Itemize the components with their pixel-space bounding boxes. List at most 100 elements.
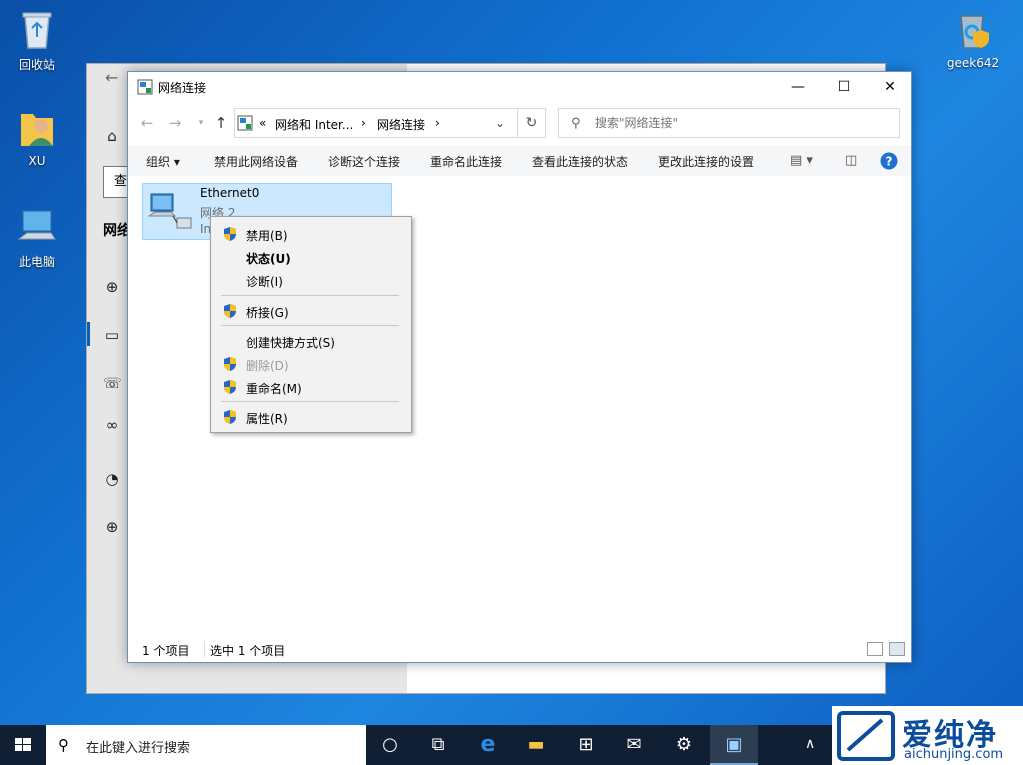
file-explorer-icon[interactable]: ▬ [512, 725, 560, 765]
svg-text:?: ? [886, 155, 893, 169]
uac-shield-icon [224, 380, 236, 394]
computer-icon [17, 210, 56, 240]
status-bar: 1 个项目 选中 1 个项目 [128, 636, 911, 662]
breadcrumb-network-connections[interactable]: 网络连接 [377, 116, 425, 133]
preview-pane-icon[interactable]: ◫ [845, 153, 857, 168]
rename-button[interactable]: 重命名此连接 [430, 153, 502, 170]
details-view-icon[interactable] [867, 642, 883, 656]
selected-indicator [87, 322, 90, 346]
data-usage-icon[interactable]: ◔ [103, 470, 121, 488]
menu-item-diagnose[interactable]: 诊断(I) [212, 268, 410, 290]
home-icon[interactable]: ⌂ [103, 127, 121, 145]
edge-browser-icon[interactable]: e [464, 725, 512, 765]
desktop-icon-user-folder[interactable]: XU [1, 106, 73, 168]
user-folder-icon [21, 114, 53, 146]
close-button[interactable]: ✕ [867, 72, 913, 102]
title-bar[interactable]: 网络连接 — ☐ ✕ [128, 72, 911, 102]
diagnose-button[interactable]: 诊断这个连接 [328, 153, 400, 170]
change-settings-button[interactable]: 更改此连接的设置 [658, 153, 754, 170]
back-arrow-icon[interactable]: ← [105, 68, 118, 87]
recent-locations-icon[interactable]: ▾ [192, 114, 210, 132]
address-bar[interactable]: « 网络和 Inter... › 网络连接 › ⌄ [234, 108, 518, 138]
chevron-up-icon[interactable]: ∧ [805, 736, 815, 752]
globe-network-icon[interactable]: ⊕ [103, 278, 121, 296]
command-bar: 组织 ▾ 禁用此网络设备 诊断这个连接 重命名此连接 查看此连接的状态 更改此连… [128, 146, 911, 176]
desktop-icon-label: 此电脑 [18, 255, 55, 269]
address-dropdown-icon[interactable]: ⌄ [495, 116, 505, 130]
item-count: 1 个项目 [142, 644, 190, 658]
help-icon[interactable]: ? [880, 152, 898, 170]
minimize-button[interactable]: — [775, 72, 821, 102]
dialup-icon[interactable]: ☏ [103, 374, 122, 392]
breadcrumb-separator[interactable]: › [361, 116, 366, 130]
desktop-icon-this-pc[interactable]: 此电脑 [1, 205, 73, 270]
network-connections-icon [137, 79, 153, 95]
search-box[interactable]: ⚲ [558, 108, 900, 138]
address-row: ← → ▾ ↑ « 网络和 Inter... › 网络连接 › ⌄ ↻ ⚲ [128, 106, 911, 140]
menu-item-label: 删除(D) [246, 359, 289, 373]
brand-watermark: 爱纯净 aichunjing.com [832, 706, 1023, 765]
proxy-globe-icon[interactable]: ⊕ [103, 518, 121, 536]
recycle-bin-icon [22, 12, 52, 49]
back-icon[interactable]: ← [138, 114, 156, 132]
menu-separator [221, 325, 399, 326]
taskbar-search-box[interactable]: ⚲ 在此键入进行搜索 [46, 725, 366, 765]
uac-shield-icon [224, 227, 236, 241]
menu-item-label: 重命名(M) [246, 382, 302, 396]
menu-separator [221, 401, 399, 402]
menu-item-label: 属性(R) [246, 412, 288, 426]
menu-item-status[interactable]: 状态(U) [212, 245, 410, 267]
ethernet-icon[interactable]: ▭ [103, 326, 121, 344]
desktop-icon-geek[interactable]: geek642 [937, 8, 1009, 70]
up-icon[interactable]: ↑ [212, 114, 230, 132]
menu-item-disable[interactable]: 禁用(B) [212, 222, 410, 244]
refresh-button[interactable]: ↻ [518, 108, 546, 138]
desktop-icon-label: XU [28, 154, 46, 168]
brand-logo [837, 711, 895, 761]
organize-menu[interactable]: 组织 ▾ [146, 153, 180, 170]
windows-start-icon[interactable] [0, 725, 46, 765]
view-options-icon[interactable]: ▤ ▾ [790, 153, 813, 168]
disable-device-button[interactable]: 禁用此网络设备 [214, 153, 298, 170]
menu-item-bridge[interactable]: 桥接(G) [212, 299, 410, 321]
uac-shield-icon [224, 304, 236, 318]
selected-count: 选中 1 个项目 [210, 644, 286, 658]
menu-item-delete: 删除(D) [212, 352, 410, 374]
adapter-name: Ethernet0 [200, 186, 260, 200]
network-connections-taskbar-icon[interactable]: ▣ [710, 725, 758, 765]
desktop-icon-label: geek642 [946, 56, 1000, 70]
store-icon[interactable]: ⊞ [562, 725, 610, 765]
menu-separator [221, 295, 399, 296]
large-icons-view-icon[interactable] [889, 642, 905, 656]
view-status-button[interactable]: 查看此连接的状态 [532, 153, 628, 170]
forward-icon[interactable]: → [166, 114, 184, 132]
maximize-button[interactable]: ☐ [821, 72, 867, 102]
mail-icon[interactable]: ✉ [610, 725, 658, 765]
vpn-icon[interactable]: ∞ [103, 416, 121, 434]
menu-item-create-shortcut[interactable]: 创建快捷方式(S) [212, 329, 410, 351]
status-separator [204, 641, 205, 657]
brand-url: aichunjing.com [904, 747, 1004, 762]
taskbar-search-text: 在此键入进行搜索 [86, 741, 191, 756]
menu-item-rename[interactable]: 重命名(M) [212, 375, 410, 397]
cortana-icon[interactable]: ○ [366, 725, 414, 765]
search-input[interactable] [595, 113, 885, 133]
control-panel-icon [237, 115, 253, 131]
desktop-icon-recycle-bin[interactable]: 回收站 [1, 8, 73, 73]
uac-shield-icon [224, 410, 236, 424]
menu-item-label: 禁用(B) [246, 229, 288, 243]
desktop-icon-label: 回收站 [18, 58, 55, 72]
menu-item-label: 诊断(I) [246, 275, 283, 289]
breadcrumb-network-internet[interactable]: 网络和 Inter... [275, 116, 353, 133]
network-adapter-icon [147, 193, 192, 229]
breadcrumb-overflow[interactable]: « [259, 116, 266, 130]
menu-item-properties[interactable]: 属性(R) [212, 405, 410, 427]
menu-item-label: 状态(U) [246, 252, 291, 266]
breadcrumb-separator[interactable]: › [435, 116, 440, 130]
settings-gear-icon[interactable]: ⚙ [660, 725, 708, 765]
window-title: 网络连接 [158, 81, 207, 95]
task-view-icon[interactable]: ⧉ [414, 725, 462, 765]
uac-shield-icon [224, 357, 236, 371]
menu-item-label: 创建快捷方式(S) [246, 336, 335, 350]
search-icon: ⚲ [58, 736, 69, 754]
